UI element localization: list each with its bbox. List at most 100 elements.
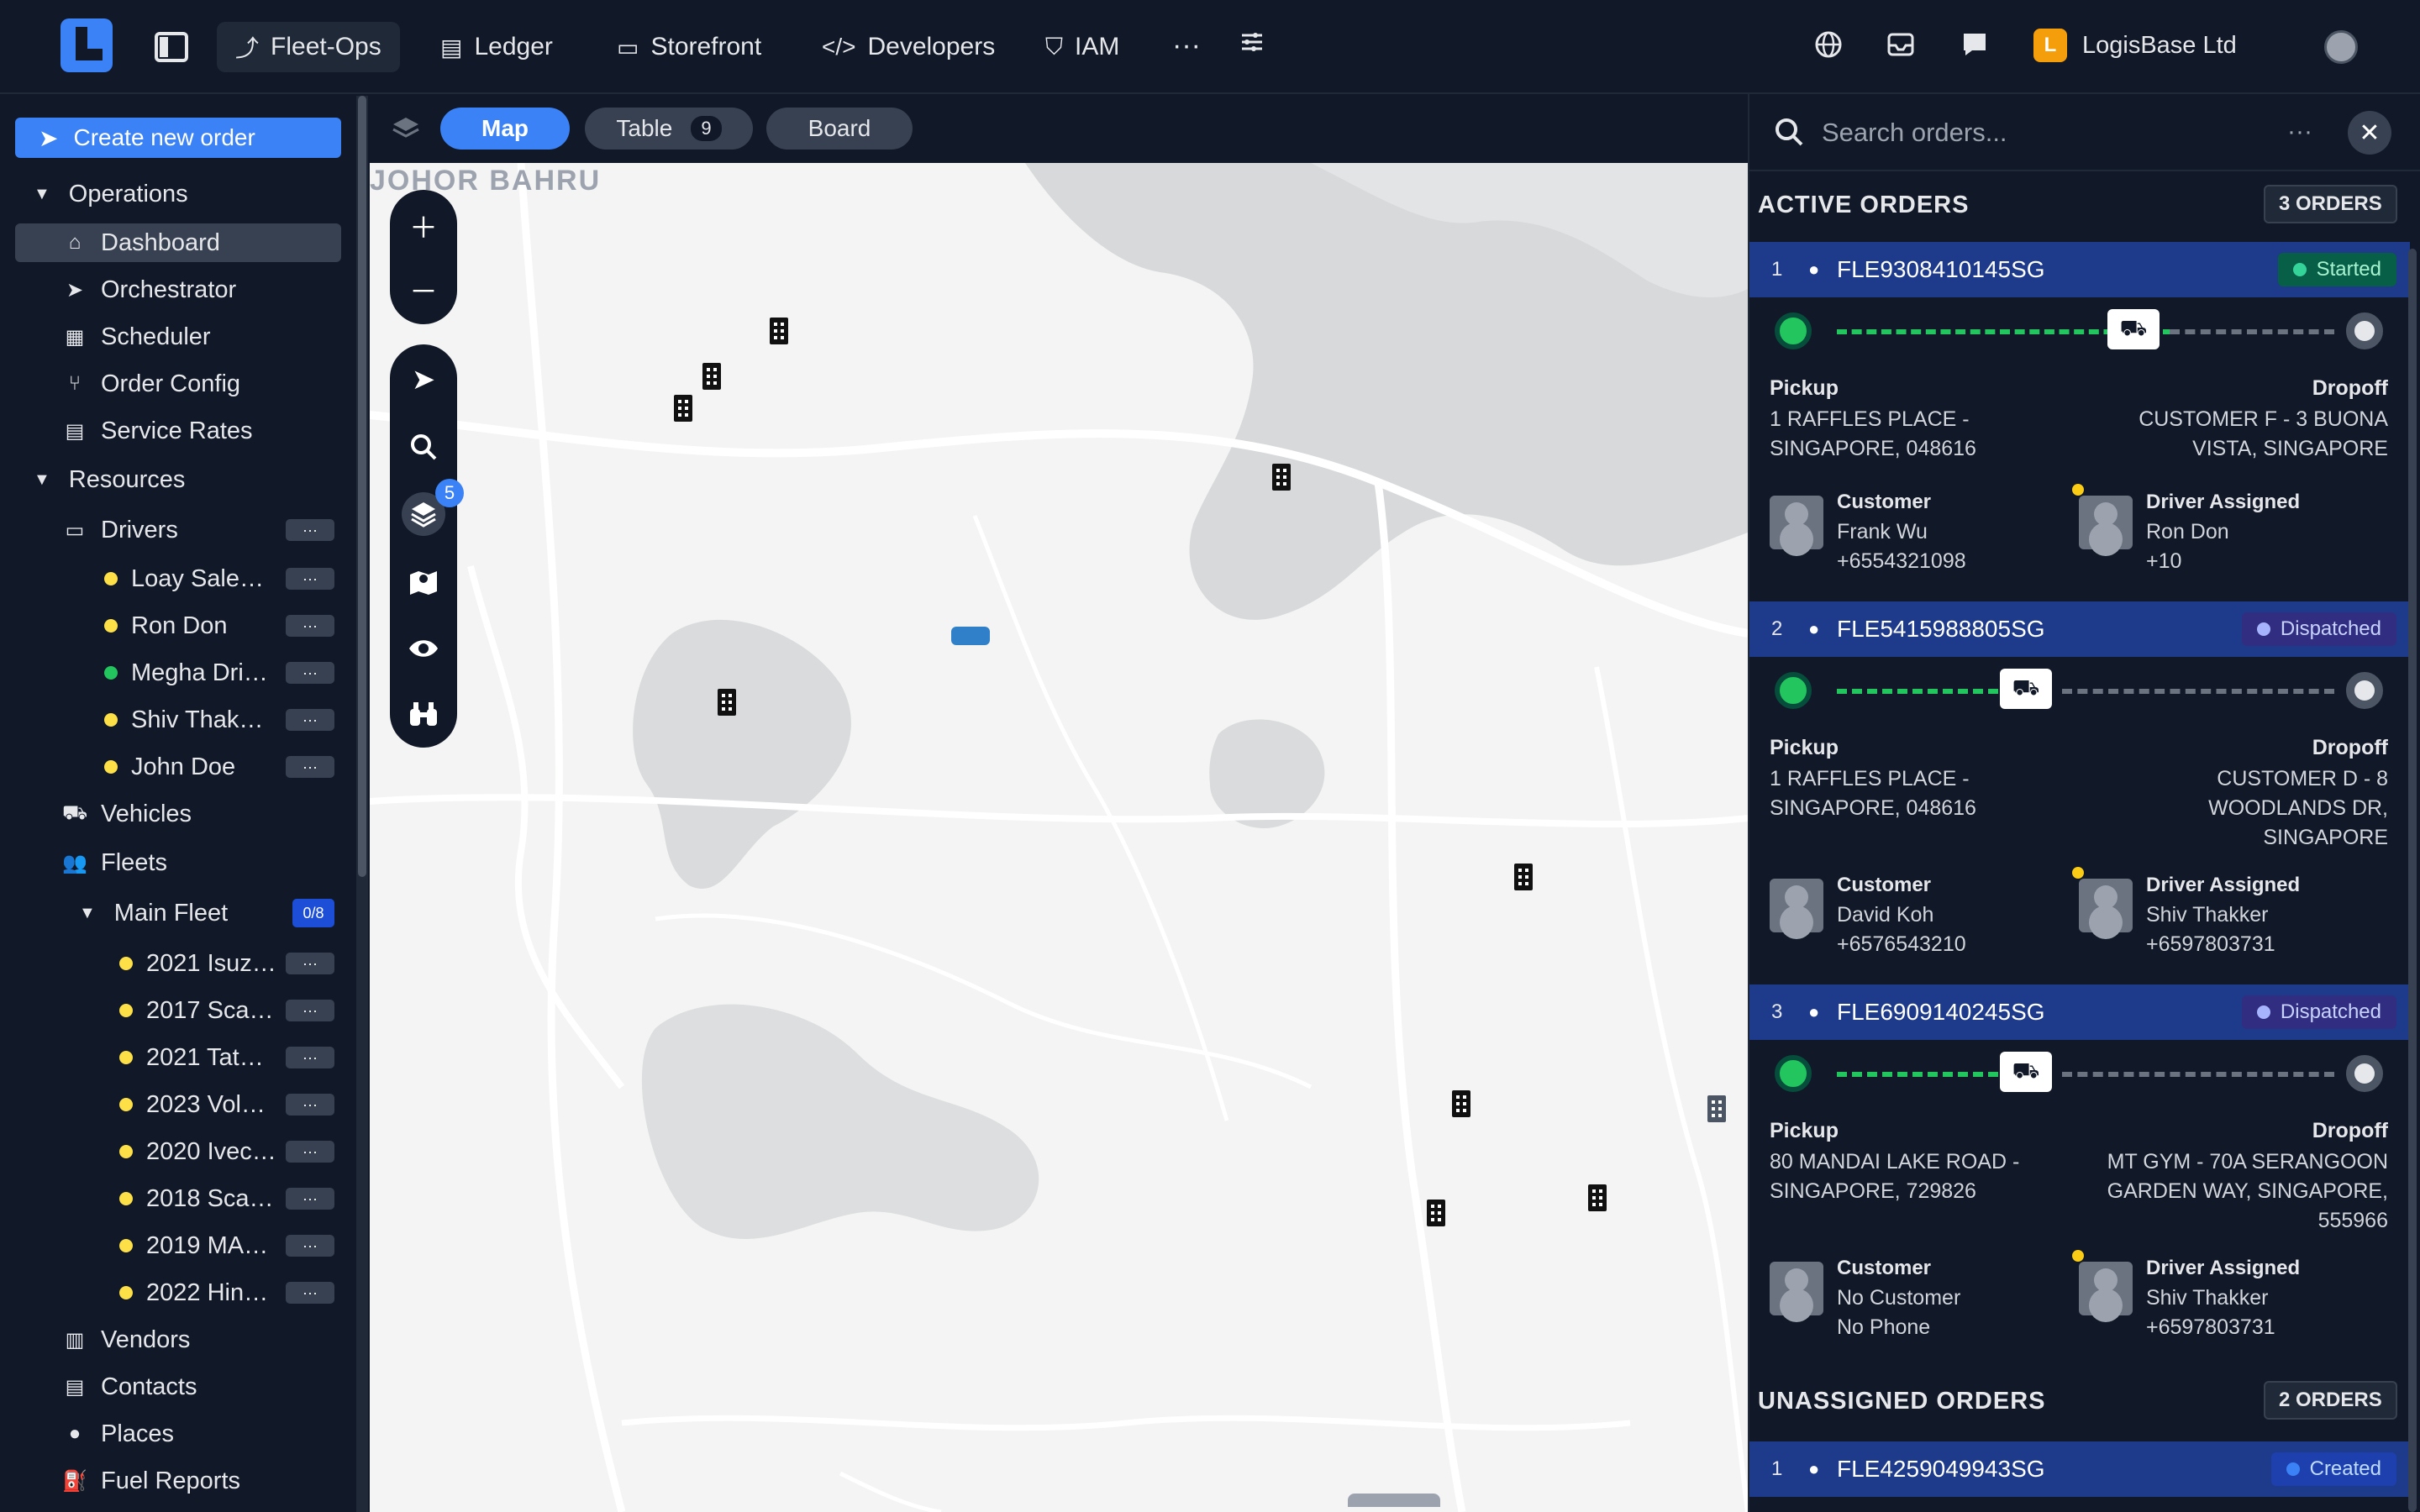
fleet-vehicle-item[interactable]: 2019 MA… ··· (119, 1226, 334, 1265)
fleet-vehicle-item[interactable]: 2021 Tat… ··· (119, 1038, 334, 1077)
map-location-icon[interactable] (390, 549, 457, 613)
more-actions-button[interactable]: ··· (286, 568, 334, 590)
building-marker-icon[interactable] (1427, 1200, 1445, 1226)
sidebar-item-contacts[interactable]: ▤ Contacts (62, 1368, 197, 1406)
user-avatar[interactable] (2324, 30, 2358, 64)
organization-switcher[interactable]: L LogisBase Ltd (2033, 29, 2237, 62)
building-marker-icon[interactable] (1272, 464, 1291, 491)
sidebar-group-operations[interactable]: ▼ Operations (34, 175, 188, 213)
chat-icon[interactable] (1958, 30, 1991, 66)
sidebar-item-vendors[interactable]: ▥ Vendors (62, 1320, 191, 1359)
tab-storefront[interactable]: ▭ Storefront (598, 22, 780, 72)
sidebar-item-label: Orchestrator (101, 276, 237, 303)
sidebar-item-scheduler[interactable]: ▦ Scheduler (62, 318, 211, 356)
binoculars-icon[interactable] (390, 682, 457, 746)
tab-developers[interactable]: </> Developers (803, 22, 1013, 72)
order-card[interactable]: 1 ● FLE9308410145SG Started ⛟ Pickup Dro… (1749, 242, 2410, 598)
layers-toggle-icon[interactable] (392, 114, 420, 143)
more-actions-button[interactable]: ··· (286, 1000, 334, 1021)
sidebar-group-resources[interactable]: ▼ Resources (34, 460, 185, 499)
more-actions-button[interactable]: ··· (286, 953, 334, 974)
more-options-icon[interactable]: ··· (2287, 118, 2312, 146)
inbox-icon[interactable] (1884, 30, 1918, 66)
driver-item[interactable]: Ron Don ··· (104, 606, 334, 645)
more-actions-button[interactable]: ··· (286, 1188, 334, 1210)
sidebar-toggle-icon[interactable] (153, 29, 190, 66)
create-order-button[interactable]: ➤ Create new order (15, 118, 341, 158)
tab-fleet-ops[interactable]: ⤴ Fleet-Ops (217, 22, 400, 72)
order-header[interactable]: 2 ● FLE5415988805SG Dispatched (1749, 601, 2410, 657)
more-actions-button[interactable]: ··· (286, 519, 334, 541)
status-dot (119, 1239, 133, 1252)
sidebar-item-places[interactable]: ● Places (62, 1415, 174, 1453)
more-actions-button[interactable]: ··· (286, 662, 334, 684)
more-actions-button[interactable]: ··· (286, 1282, 334, 1304)
sidebar-item-dashboard[interactable]: ⌂ Dashboard (15, 223, 341, 262)
more-actions-button[interactable]: ··· (286, 756, 334, 778)
id-card-icon: ▭ (65, 518, 85, 542)
sidebar-item-service-rates[interactable]: ▤ Service Rates (62, 412, 253, 450)
order-card[interactable]: 1 ● FLE4259049943SG Created (1749, 1441, 2410, 1512)
driver-item[interactable]: Shiv Thak… ··· (104, 701, 334, 739)
building-marker-icon[interactable] (1514, 864, 1533, 890)
order-card[interactable]: 3 ● FLE6909140245SG Dispatched ⛟ Pickup … (1749, 984, 2410, 1366)
more-actions-button[interactable]: ··· (286, 1235, 334, 1257)
fleet-vehicle-item[interactable]: 2021 Isuz… ··· (119, 944, 334, 983)
tab-map[interactable]: Map (440, 108, 570, 150)
fleet-vehicle-item[interactable]: 2017 Sca… ··· (119, 991, 334, 1030)
zoom-in-button[interactable]: ＋ (390, 193, 457, 257)
order-header[interactable]: 1 ● FLE4259049943SG Created (1749, 1441, 2410, 1497)
more-actions-button[interactable]: ··· (286, 1094, 334, 1116)
globe-icon[interactable] (1812, 30, 1845, 66)
search-icon[interactable] (390, 415, 457, 479)
search-input[interactable] (1822, 113, 2259, 153)
dropoff-node-icon (2346, 312, 2383, 349)
driver-item[interactable]: Loay Sale… ··· (104, 559, 334, 598)
sidebar-item-fleets[interactable]: 👥 Fleets (62, 843, 167, 882)
driver-item[interactable]: Megha Dri… ··· (104, 654, 334, 692)
tab-board[interactable]: Board (766, 108, 913, 150)
more-actions-button[interactable]: ··· (286, 709, 334, 731)
more-actions-button[interactable]: ··· (286, 1047, 334, 1068)
sidebar-item-fuel-reports[interactable]: ⛽ Fuel Reports (62, 1462, 240, 1500)
vehicle-marker-icon[interactable] (951, 627, 990, 645)
fleet-vehicle-item[interactable]: 2020 Ivec… ··· (119, 1132, 334, 1171)
sidebar-item-drivers[interactable]: ▭ Drivers ··· (62, 511, 334, 549)
tab-iam[interactable]: ⛉ IAM (1027, 22, 1138, 72)
order-header[interactable]: 1 ● FLE9308410145SG Started (1749, 242, 2410, 297)
more-tabs-icon[interactable]: ··· (1170, 29, 1203, 62)
building-marker-icon[interactable] (1588, 1184, 1607, 1211)
sidebar-item-order-config[interactable]: ⑂ Order Config (62, 365, 240, 403)
sidebar-item-orchestrator[interactable]: ➤ Orchestrator (62, 270, 236, 309)
fleet-count-badge: 0/8 (292, 899, 334, 927)
building-marker-icon[interactable] (1452, 1090, 1470, 1117)
sliders-icon[interactable] (1235, 29, 1269, 63)
drawer-handle[interactable] (1348, 1494, 1440, 1507)
driver-avatar (2079, 879, 2133, 932)
close-icon[interactable]: ✕ (2348, 111, 2391, 155)
eye-icon[interactable] (390, 617, 457, 680)
building-marker-icon[interactable] (702, 363, 721, 390)
sidebar-item-vehicles[interactable]: ⛟ Vehicles (62, 795, 192, 833)
building-marker-icon[interactable] (1707, 1095, 1726, 1122)
building-marker-icon[interactable] (770, 318, 788, 344)
order-card[interactable]: 2 ● FLE5415988805SG Dispatched ⛟ Pickup … (1749, 601, 2410, 983)
zoom-out-button[interactable]: － (390, 257, 457, 321)
fleet-vehicle-item[interactable]: 2018 Sca… ··· (119, 1179, 334, 1218)
building-marker-icon[interactable] (674, 395, 692, 422)
fleet-vehicle-item[interactable]: 2023 Vol… ··· (119, 1085, 334, 1124)
more-actions-button[interactable]: ··· (286, 1141, 334, 1163)
driver-phone: +6597803731 (2146, 1315, 2275, 1339)
tab-ledger[interactable]: ▤ Ledger (422, 22, 571, 72)
sidebar-scrollbar[interactable] (356, 96, 368, 1512)
building-marker-icon[interactable] (718, 689, 736, 716)
more-actions-button[interactable]: ··· (286, 615, 334, 637)
fleet-vehicle-item[interactable]: 2022 Hin… ··· (119, 1273, 334, 1312)
driver-item[interactable]: John Doe ··· (104, 748, 334, 786)
send-icon[interactable]: ➤ (390, 348, 457, 412)
fleet-main-fleet[interactable]: ▼ Main Fleet 0/8 (79, 894, 334, 932)
app-logo[interactable] (60, 18, 113, 72)
tab-table[interactable]: Table 9 (585, 108, 753, 150)
orders-panel-scrollbar[interactable] (2408, 249, 2417, 1512)
order-header[interactable]: 3 ● FLE6909140245SG Dispatched (1749, 984, 2410, 1040)
